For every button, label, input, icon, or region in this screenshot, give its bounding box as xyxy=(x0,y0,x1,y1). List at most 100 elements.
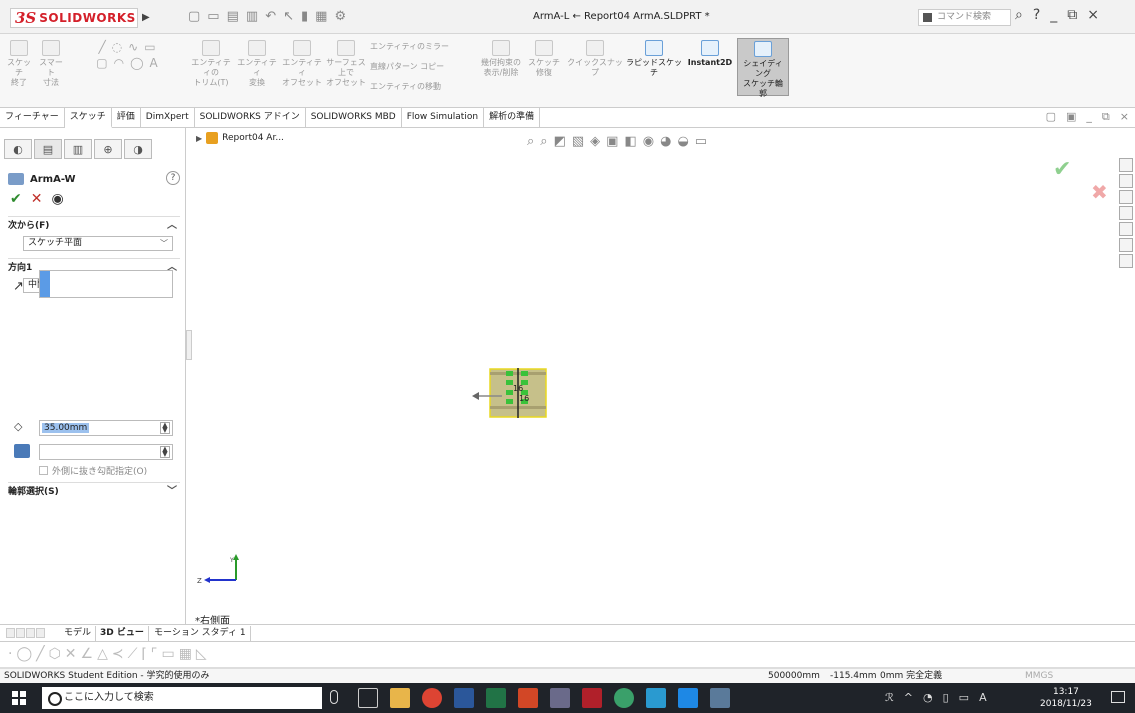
tray-overflow-icon[interactable]: ^ xyxy=(904,691,913,704)
paint-app-icon[interactable] xyxy=(550,688,570,708)
corner-icon[interactable]: ⌈ xyxy=(141,646,146,662)
custom-properties-icon[interactable] xyxy=(1119,238,1133,252)
display-style-icon[interactable]: ◧ xyxy=(624,134,636,149)
browser-app-icon[interactable] xyxy=(614,688,634,708)
tab-features[interactable]: フィーチャー xyxy=(0,108,65,128)
spin-arrows-icon[interactable]: ▲ ▼ xyxy=(160,422,170,434)
draft-icon[interactable] xyxy=(14,444,30,458)
powerpoint-app-icon[interactable] xyxy=(518,688,538,708)
from-section-header[interactable]: 次から(F) ︿ xyxy=(8,217,180,235)
close-button[interactable]: × xyxy=(1087,7,1099,23)
collapse-chevron-icon[interactable]: ︿ xyxy=(167,217,177,235)
action-center-icon[interactable] xyxy=(1111,691,1125,703)
rapid-sketch-button[interactable]: ラピッドスケッチ xyxy=(626,40,682,78)
dimension-label[interactable]: 16 xyxy=(513,384,523,393)
solidworks-resources-icon[interactable] xyxy=(1119,158,1133,172)
tab-sketch[interactable]: スケッチ xyxy=(64,108,112,128)
offset-on-surface-button[interactable]: サーフェス 上で オフセット xyxy=(326,40,366,88)
triangle-icon[interactable]: ◺ xyxy=(196,646,207,662)
file-explorer-icon[interactable] xyxy=(1119,190,1133,204)
task-view-icon[interactable] xyxy=(358,688,378,708)
display-delete-relations-button[interactable]: 幾何拘束の 表示/削除 xyxy=(480,40,522,78)
help-button[interactable]: ? xyxy=(166,171,180,185)
save-icon[interactable]: ▤ xyxy=(227,9,239,27)
tab-analysis-prep[interactable]: 解析の準備 xyxy=(484,108,541,128)
depth-spinbox[interactable]: 35.00mm ▲ ▼ xyxy=(39,420,173,436)
app-icon-s[interactable] xyxy=(646,688,666,708)
ok-check-icon[interactable]: ✔ xyxy=(10,191,22,207)
line-icon[interactable]: ╱ xyxy=(36,646,44,662)
windows-start-button[interactable] xyxy=(12,691,26,705)
view-palette-icon[interactable] xyxy=(1119,206,1133,220)
dynamic-annotation-icon[interactable]: ◈ xyxy=(590,134,600,149)
circle-icon[interactable]: ◯ xyxy=(16,646,32,662)
forum-icon[interactable] xyxy=(1119,254,1133,268)
shaded-sketch-contours-button[interactable]: シェイディング スケッチ輪郭 xyxy=(737,38,789,98)
convert-entities-button[interactable]: エンティティ 変換 xyxy=(236,40,278,88)
word-app-icon[interactable] xyxy=(454,688,474,708)
rebuild-icon[interactable]: ▮ xyxy=(301,9,308,27)
section-view-icon[interactable]: ▧ xyxy=(572,134,584,149)
keyboard-icon[interactable]: ▭ xyxy=(959,691,969,704)
from-condition-select[interactable]: スケッチ平面 ﹀ xyxy=(23,236,173,251)
extrude-direction-arrow-handle[interactable] xyxy=(472,390,502,402)
file-properties-icon[interactable]: ▦ xyxy=(315,9,327,27)
mirror-entities-button[interactable]: エンティティのミラー xyxy=(370,42,470,52)
chevron-icon[interactable]: ≺ xyxy=(112,646,124,662)
feature-manager-tab[interactable]: ◐ xyxy=(4,139,32,159)
instant2d-button[interactable]: Instant2D xyxy=(684,40,736,68)
draft-angle-spinbox[interactable]: ▲ ▼ xyxy=(39,444,173,460)
zoom-to-fit-icon[interactable]: ⌕ xyxy=(527,134,534,149)
direction-vector-selection-box[interactable] xyxy=(39,270,173,298)
slash-icon[interactable]: ⟋ xyxy=(128,646,138,662)
offset-entities-button[interactable]: エンティティ オフセット xyxy=(280,40,324,88)
print-icon[interactable]: ▥ xyxy=(246,9,258,27)
configuration-manager-tab[interactable]: ▥ xyxy=(64,139,92,159)
tab-model[interactable]: モデル xyxy=(60,626,97,642)
doc-close-button[interactable]: × xyxy=(1120,110,1129,124)
depth-value[interactable]: 35.00mm xyxy=(42,423,90,433)
tab-3d-views[interactable]: 3D ビュー xyxy=(96,626,149,642)
battery-icon[interactable]: ▯ xyxy=(943,691,949,704)
minimize-button[interactable]: _ xyxy=(1050,7,1057,23)
doc-tile-icon[interactable]: ▣ xyxy=(1066,110,1076,124)
next-tab-icon[interactable] xyxy=(26,628,35,638)
microphone-icon[interactable] xyxy=(330,690,338,704)
prev-tab-icon[interactable] xyxy=(16,628,25,638)
last-tab-icon[interactable] xyxy=(36,628,45,638)
chrome-app-icon[interactable] xyxy=(422,688,442,708)
expand-arrow-icon[interactable]: ▶ xyxy=(196,134,202,143)
unit-system-selector[interactable]: MMGS xyxy=(1025,669,1053,683)
new-document-icon[interactable]: ▢ xyxy=(188,9,200,27)
cross-icon[interactable]: ✕ xyxy=(65,646,77,662)
frame-icon[interactable]: ▭ xyxy=(161,646,174,662)
tab-addins[interactable]: SOLIDWORKS アドイン xyxy=(195,108,306,128)
polygon-icon[interactable]: ⬡ xyxy=(49,646,61,662)
ime-indicator[interactable]: A xyxy=(979,691,987,704)
hatch-icon[interactable]: ▦ xyxy=(179,646,192,662)
taskbar-clock[interactable]: 13:17 2018/11/23 xyxy=(1040,686,1092,710)
doc-minimize-button[interactable]: _ xyxy=(1086,110,1092,124)
spin-arrows-icon[interactable]: ▲ ▼ xyxy=(160,446,170,458)
edit-appearance-icon[interactable]: ◕ xyxy=(660,134,671,149)
file-explorer-app-icon[interactable] xyxy=(390,688,410,708)
help-icon[interactable]: ? xyxy=(1033,7,1040,23)
tab-mbd[interactable]: SOLIDWORKS MBD xyxy=(306,108,402,128)
doc-window-icon[interactable]: ▢ xyxy=(1046,110,1056,124)
view-settings-icon[interactable]: ▭ xyxy=(695,134,707,149)
app-icon-misc[interactable] xyxy=(710,688,730,708)
delta-icon[interactable]: △ xyxy=(97,646,108,662)
confirmation-corner-cancel-icon[interactable]: ✖ xyxy=(1091,180,1108,204)
confirmation-corner-ok-icon[interactable]: ✔ xyxy=(1053,157,1071,182)
previous-view-icon[interactable]: ◩ xyxy=(554,134,566,149)
search-dropdown-icon[interactable]: ⌕ xyxy=(1015,7,1023,23)
draft-outward-checkbox[interactable]: 外側に抜き勾配指定(O) xyxy=(39,464,147,477)
apply-scene-icon[interactable]: ◒ xyxy=(677,134,688,149)
dimxpert-manager-tab[interactable]: ⊕ xyxy=(94,139,122,159)
tab-motion-study[interactable]: モーション スタディ 1 xyxy=(150,626,251,642)
quick-snaps-button[interactable]: クイックスナップ xyxy=(566,40,624,78)
smart-dimension-button[interactable]: スマート 寸法 xyxy=(36,40,66,88)
tab-evaluate[interactable]: 評価 xyxy=(112,108,141,128)
expand-chevron-icon[interactable]: ﹀ xyxy=(167,483,177,501)
repair-sketch-button[interactable]: スケッチ 修復 xyxy=(526,40,562,78)
